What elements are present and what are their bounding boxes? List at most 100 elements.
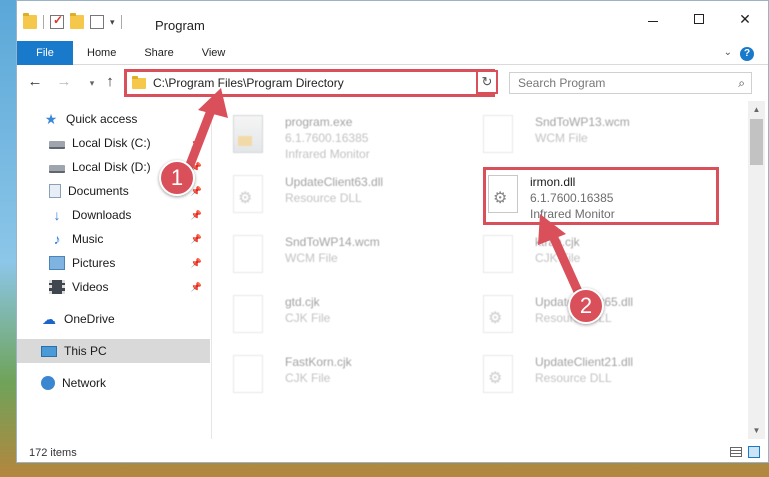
sidebar-item-videos[interactable]: Videos 📌 — [17, 275, 210, 299]
close-button[interactable]: ✕ — [722, 1, 768, 37]
file-name: SndToWP13.wcm — [535, 115, 630, 129]
vertical-scrollbar[interactable]: ▲ ▼ — [748, 101, 765, 439]
sidebar-item-this-pc[interactable]: This PC — [17, 339, 210, 363]
window-controls: ✕ — [630, 1, 768, 37]
ribbon-tabs: File Home Share View — [17, 40, 768, 65]
item-count: 172 items — [29, 447, 77, 459]
dll-gear-file-icon — [233, 175, 263, 213]
file-version: 6.1.7600.16385 — [530, 191, 614, 205]
executable-file-icon — [233, 115, 263, 153]
pin-icon: 📌 — [190, 281, 202, 292]
music-note-icon: ♪ — [53, 231, 61, 247]
maximize-button[interactable] — [676, 1, 722, 37]
sidebar-item-quick-access[interactable]: ★ Quick access — [17, 107, 210, 131]
file-name: irmon.dll — [530, 175, 576, 189]
file-item[interactable]: gtd.cjk CJK File — [213, 287, 453, 339]
pin-icon: 📌 — [190, 209, 202, 220]
file-icon — [483, 115, 513, 153]
cloud-icon: ☁ — [42, 311, 56, 327]
sidebar-item-network[interactable]: Network — [17, 371, 210, 395]
sidebar-item-label: This PC — [64, 344, 107, 358]
sidebar-item-label: Quick access — [66, 112, 138, 126]
file-type: CJK File — [285, 371, 331, 385]
scroll-down-icon[interactable]: ▼ — [748, 422, 765, 439]
forward-arrow-icon[interactable]: → — [55, 73, 73, 90]
file-version: 6.1.7600.16385 — [285, 131, 369, 145]
sidebar-item-downloads[interactable]: ↓ Downloads 📌 — [17, 203, 210, 227]
tab-view[interactable]: View — [188, 41, 240, 65]
help-icon[interactable]: ? — [740, 47, 754, 61]
star-icon: ★ — [44, 111, 58, 127]
download-arrow-icon: ↓ — [53, 207, 61, 223]
status-bar: 172 items — [17, 441, 768, 463]
computer-icon — [41, 345, 57, 357]
refresh-button[interactable]: ↻ — [476, 70, 498, 94]
file-item[interactable]: ktran.cjk CJK File — [463, 227, 703, 279]
file-type: WCM File — [285, 251, 338, 265]
properties-check-icon[interactable] — [50, 13, 64, 29]
sidebar-item-label: Music — [72, 232, 104, 246]
title-bar: ▾ Program ✕ — [17, 1, 768, 41]
large-icons-view-icon[interactable] — [748, 446, 760, 458]
pin-icon: 📌 — [190, 233, 202, 244]
sidebar-item-onedrive[interactable]: ☁ OneDrive — [17, 307, 210, 331]
file-name: ktran.cjk — [535, 235, 580, 249]
dll-gear-file-icon — [483, 295, 513, 333]
minimize-button[interactable] — [630, 1, 676, 37]
details-view-icon[interactable] — [730, 447, 742, 457]
file-item[interactable]: UpdateClient63.dll Resource DLL — [213, 167, 453, 219]
folder-icon — [132, 75, 146, 89]
sidebar-item-pictures[interactable]: Pictures 📌 — [17, 251, 210, 275]
tab-home[interactable]: Home — [73, 41, 130, 65]
sidebar-item-label: Local Disk (C:) — [72, 136, 151, 150]
file-description: Infrared Monitor — [285, 147, 370, 161]
file-icon — [233, 295, 263, 333]
drive-icon — [49, 140, 65, 149]
file-item[interactable]: SndToWP14.wcm WCM File — [213, 227, 453, 279]
new-folder-icon[interactable] — [70, 13, 84, 29]
recent-locations-chevron-icon[interactable]: ▾ — [83, 78, 101, 89]
up-arrow-icon[interactable]: ↑ — [101, 73, 119, 90]
file-item[interactable]: irmon.dll 6.1.7600.16385 Infrared Monito… — [482, 167, 722, 221]
sidebar-item-label: OneDrive — [64, 312, 115, 326]
file-list: program.exe 6.1.7600.16385 Infrared Moni… — [213, 101, 747, 439]
pictures-icon — [49, 256, 65, 270]
file-icon — [483, 235, 513, 273]
file-item[interactable]: program.exe 6.1.7600.16385 Infrared Moni… — [213, 107, 453, 161]
folder-icon — [23, 13, 37, 29]
scroll-up-icon[interactable]: ▲ — [748, 101, 765, 118]
window-title: Program — [155, 18, 205, 33]
sidebar-item-label: Videos — [72, 280, 109, 294]
file-item[interactable]: SndToWP13.wcm WCM File — [463, 107, 703, 159]
file-icon — [233, 355, 263, 393]
tab-file[interactable]: File — [17, 40, 73, 65]
address-path[interactable]: C:\Program Files\Program Directory — [153, 76, 478, 90]
search-input[interactable]: Search Program ⌕ — [509, 72, 752, 94]
file-name: gtd.cjk — [285, 295, 320, 309]
sidebar-item-local-disk-c[interactable]: Local Disk (C:) 📌 — [17, 131, 210, 155]
file-type: CJK File — [285, 311, 331, 325]
pin-icon: 📌 — [190, 257, 202, 268]
file-type: CJK File — [535, 251, 581, 265]
file-item[interactable]: UpdateClient21.dll Resource DLL — [463, 347, 703, 399]
irmon-dll-file-item[interactable]: irmon.dll 6.1.7600.16385 Infrared Monito… — [483, 167, 719, 225]
address-row: ← → ▾ ↑ C:\Program Files\Program Directo… — [17, 67, 768, 99]
file-explorer-window: ▾ Program ✕ File Home Share View ⌄ ? ← →… — [16, 0, 769, 463]
file-name: SndToWP14.wcm — [285, 235, 380, 249]
back-arrow-icon[interactable]: ← — [26, 73, 44, 90]
close-icon: ✕ — [739, 10, 751, 27]
file-name: UpdateClient21.dll — [535, 355, 634, 369]
search-placeholder: Search Program — [518, 76, 606, 90]
file-item[interactable]: FastKorn.cjk CJK File — [213, 347, 453, 399]
chevron-down-icon[interactable]: ▾ — [110, 17, 115, 28]
dll-gear-file-icon — [483, 355, 513, 393]
sidebar-item-music[interactable]: ♪ Music 📌 — [17, 227, 210, 251]
toolbar-divider — [120, 15, 122, 29]
customize-icon[interactable] — [90, 15, 104, 29]
address-bar[interactable]: C:\Program Files\Program Directory ⌄ — [124, 69, 495, 97]
expand-ribbon-icon[interactable]: ⌄ — [724, 47, 732, 58]
film-strip-icon — [49, 280, 65, 294]
file-name: UpdateClient63.dll — [285, 175, 384, 189]
scrollbar-thumb[interactable] — [750, 119, 763, 165]
tab-share[interactable]: Share — [130, 41, 187, 65]
